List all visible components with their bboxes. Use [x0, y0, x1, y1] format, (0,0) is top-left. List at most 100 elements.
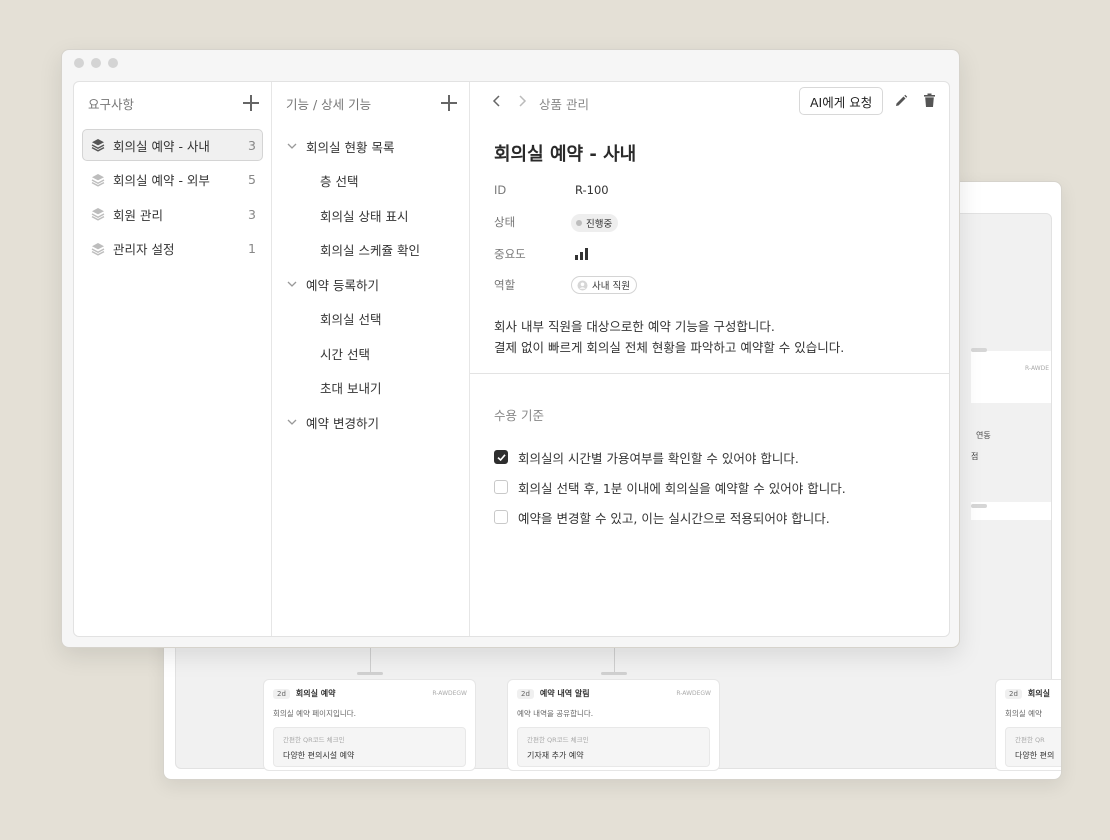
features-panel: 기능 / 상세 기능 회의실 현황 목록층 선택 회의실 상태 표시 회의실 스케쥴… [272, 82, 470, 636]
connector-handle [971, 504, 987, 508]
criterion-item[interactable]: 예약을 변경할 수 있고, 이는 실시간으로 적용되어야 합니다. [494, 502, 846, 532]
background-text-fragment: 연동 [976, 431, 991, 440]
chevron-down-icon[interactable] [286, 416, 298, 428]
role-label: 역할 [494, 278, 516, 292]
criterion-checkbox[interactable] [494, 510, 508, 524]
feature-group[interactable]: 예약 변경하기 [272, 405, 469, 440]
card-code: R-AWDEGW [676, 690, 711, 697]
feature-item[interactable]: 시간 선택 [272, 336, 469, 371]
status-label: 상태 [494, 215, 516, 229]
window-close-dot[interactable] [74, 58, 84, 68]
description-line: 회사 내부 직원을 대상으로한 예약 기능을 구성합니다. [494, 319, 775, 334]
card-subitem-text: 다양한 편의 [1015, 751, 1055, 760]
connector-line [370, 648, 371, 674]
card-description: 회의실 예약 [1005, 709, 1042, 718]
criterion-text: 예약을 변경할 수 있고, 이는 실시간으로 적용되어야 합니다. [518, 510, 830, 526]
card-badge: 2d [1005, 688, 1022, 699]
criterion-item[interactable]: 회의실 선택 후, 1분 이내에 회의실을 예약할 수 있어야 합니다. [494, 472, 846, 502]
features-title: 기능 / 상세 기능 [286, 96, 372, 112]
status-value: 진행중 [586, 219, 613, 230]
card-subitem-label: 간편한 QR코드 체크인 [283, 736, 345, 744]
chevron-down-icon[interactable] [286, 278, 298, 290]
feature-item[interactable]: 초대 보내기 [272, 371, 469, 406]
requirement-count: 5 [248, 172, 256, 187]
detail-toolbar: 상품 관리 AI에게 요청 [470, 82, 949, 124]
feature-group[interactable]: 예약 등록하기 [272, 267, 469, 302]
feature-item[interactable]: 회의실 스케쥴 확인 [272, 233, 469, 268]
feature-item[interactable]: 회의실 선택 [272, 302, 469, 337]
background-code-fragment: R-AWDE [1025, 365, 1050, 372]
window-minimize-dot[interactable] [91, 58, 101, 68]
ai-request-button[interactable]: AI에게 요청 [799, 87, 884, 115]
feature-group-label: 회의실 현황 목록 [306, 139, 395, 155]
acceptance-criteria-title: 수용 기준 [494, 408, 544, 423]
role-badge[interactable]: 사내 직원 [571, 276, 637, 294]
connector-line [614, 648, 615, 674]
requirement-count: 1 [248, 241, 256, 256]
forward-arrow-icon[interactable] [515, 94, 529, 108]
requirement-item[interactable]: 회의실 예약 - 외부 5 [82, 164, 263, 196]
chevron-down-icon[interactable] [286, 140, 298, 152]
id-value: R-100 [575, 183, 609, 197]
back-arrow-icon[interactable] [490, 94, 504, 108]
layers-icon [91, 208, 105, 221]
requirement-item[interactable]: 관리자 설정 1 [82, 233, 263, 265]
card-title: 회의실 예약 [295, 689, 336, 698]
card-subitem: 간편한 QR코드 체크인 다양한 편의시설 예약 [273, 727, 466, 767]
person-icon [577, 280, 588, 290]
requirement-count: 3 [248, 206, 256, 222]
card-title: 예약 내역 알림 [539, 689, 590, 698]
card-description: 예약 내역을 공유합니다. [517, 709, 594, 718]
section-divider [470, 373, 949, 374]
requirements-title: 요구사항 [88, 96, 135, 112]
criterion-checkbox[interactable] [494, 450, 508, 464]
add-feature-button[interactable] [441, 95, 457, 111]
features-header: 기능 / 상세 기능 [272, 82, 469, 124]
criterion-checkbox[interactable] [494, 480, 508, 494]
requirements-panel: 요구사항 회의실 예약 - 사내 3 회의실 예약 - 외부 5 회원 관리 3 관리자 설… [74, 82, 272, 636]
breadcrumb[interactable]: 상품 관리 [539, 94, 589, 113]
card-subitem-label: 간편한 QR [1015, 736, 1045, 744]
card-subitem-text: 다양한 편의시설 예약 [283, 751, 355, 760]
layers-icon [91, 242, 105, 256]
card-badge: 2d [273, 688, 290, 699]
status-badge[interactable]: 진행중 [571, 214, 619, 232]
feature-card[interactable]: 2d 회의실 회의실 예약 간편한 QR 다양한 편의 [995, 679, 1061, 771]
id-label: ID [494, 183, 507, 197]
feature-card[interactable]: 2d 예약 내역 알림 R-AWDEGW 예약 내역을 공유합니다. 간편한 Q… [507, 679, 720, 771]
criterion-item[interactable]: 회의실의 시간별 가용여부를 확인할 수 있어야 합니다. [494, 442, 846, 472]
window-maximize-dot[interactable] [108, 58, 118, 68]
feature-card[interactable]: 2d 회의실 예약 R-AWDEGW 회의실 예약 페이지입니다. 간편한 QR… [263, 679, 476, 771]
check-icon [497, 454, 506, 462]
connector-handle [971, 348, 987, 352]
requirement-label: 회원 관리 [113, 207, 163, 223]
trash-icon[interactable] [923, 93, 936, 108]
app-frame: 요구사항 회의실 예약 - 사내 3 회의실 예약 - 외부 5 회원 관리 3 관리자 설… [73, 81, 950, 637]
feature-item[interactable]: 층 선택 [272, 164, 469, 199]
criterion-text: 회의실 선택 후, 1분 이내에 회의실을 예약할 수 있어야 합니다. [518, 480, 846, 496]
description-line: 결제 없이 빠르게 회의실 전체 현황을 파악하고 예약할 수 있습니다. [494, 340, 845, 355]
card-code: R-AWDEGW [432, 690, 467, 697]
main-window: 요구사항 회의실 예약 - 사내 3 회의실 예약 - 외부 5 회원 관리 3 관리자 설… [61, 49, 960, 648]
priority-label: 중요도 [494, 247, 526, 261]
requirement-count: 3 [248, 137, 256, 153]
status-dot-icon [576, 220, 582, 226]
detail-panel: 상품 관리 AI에게 요청 회의실 예약 - 사내 ID R-100 상태 진행… [470, 82, 949, 636]
window-controls [74, 58, 118, 68]
priority-signal-icon[interactable] [575, 248, 589, 260]
edit-icon[interactable] [894, 94, 908, 108]
card-badge: 2d [517, 688, 534, 699]
card-description: 회의실 예약 페이지입니다. [273, 709, 357, 718]
requirement-item[interactable]: 회의실 예약 - 사내 3 [82, 129, 263, 161]
requirement-item[interactable]: 회원 관리 3 [82, 198, 263, 230]
feature-group[interactable]: 회의실 현황 목록 [272, 129, 469, 164]
card-subitem: 간편한 QR 다양한 편의 [1005, 727, 1061, 767]
feature-item[interactable]: 회의실 상태 표시 [272, 198, 469, 233]
connector-handle [357, 672, 383, 675]
requirement-label: 회의실 예약 - 외부 [113, 173, 210, 188]
card-subitem-label: 간편한 QR코드 체크인 [527, 736, 589, 744]
background-text-fragment: 점 [971, 452, 979, 461]
add-requirement-button[interactable] [243, 95, 259, 111]
background-card-fragment [971, 351, 1051, 403]
criterion-text: 회의실의 시간별 가용여부를 확인할 수 있어야 합니다. [518, 450, 799, 466]
